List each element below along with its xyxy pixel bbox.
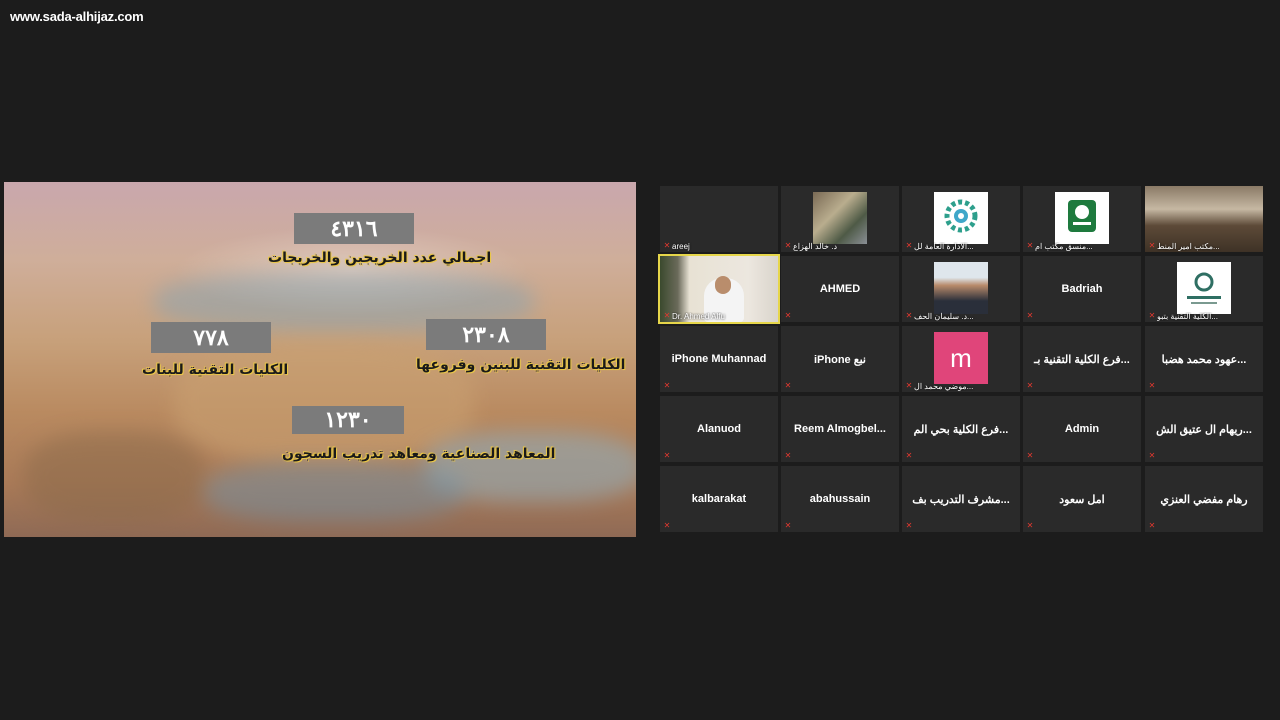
organization-logo xyxy=(1055,192,1109,244)
participant-tile[interactable]: m ✕ موضي محمد ال... xyxy=(902,326,1020,392)
participant-name: فرع الكلية التقنية بـ... xyxy=(1034,353,1130,366)
participant-tile[interactable]: مشرف التدريب بف... ✕ xyxy=(902,466,1020,532)
mic-muted-icon: ✕ xyxy=(663,521,671,530)
mic-muted-icon: ✕ xyxy=(1026,521,1034,530)
participant-tile[interactable]: Admin ✕ xyxy=(1023,396,1141,462)
mic-muted-icon: ✕ xyxy=(663,381,671,390)
mic-muted-icon: ✕ xyxy=(784,451,792,460)
participant-tile[interactable]: عهود محمد هضبا... ✕ xyxy=(1145,326,1263,392)
mic-muted-icon: ✕ xyxy=(905,311,913,320)
mic-muted-icon: ✕ xyxy=(1148,241,1156,250)
stat-girls-colleges-value: ٧٧٨ xyxy=(151,322,271,353)
participant-tile[interactable]: ريهام ال عتيق الش... ✕ xyxy=(1145,396,1263,462)
participant-name: الكلية التقنية بتبو... xyxy=(1157,312,1218,321)
participant-tile[interactable]: kalbarakat ✕ xyxy=(660,466,778,532)
stat-boys-colleges-label: الكليات التقنية للبنين وفروعها xyxy=(416,357,626,373)
organization-logo xyxy=(934,192,988,244)
participant-name: مشرف التدريب بف... xyxy=(912,493,1010,506)
mic-muted-icon: ✕ xyxy=(663,311,671,320)
participant-name: Alanuod xyxy=(697,423,741,435)
participant-tile[interactable]: ✕ مكتب امير المنط... xyxy=(1145,186,1263,252)
mic-muted-icon: ✕ xyxy=(663,451,671,460)
stat-total-graduates-label: اجمالي عدد الخريجين والخريجات xyxy=(268,250,492,266)
participant-tile[interactable]: ✕ د. خالد الهزاع xyxy=(781,186,899,252)
avatar-letter: m xyxy=(950,342,972,373)
participant-name: areej xyxy=(672,242,690,251)
participant-name: iPhone نبع xyxy=(814,353,866,366)
participant-tile[interactable]: Badriah ✕ xyxy=(1023,256,1141,322)
organization-logo xyxy=(1177,262,1231,314)
participant-tile[interactable]: iPhone نبع ✕ xyxy=(781,326,899,392)
participant-name: د. سليمان الحف... xyxy=(914,312,974,321)
participant-tile[interactable]: abahussain ✕ xyxy=(781,466,899,532)
participant-tile[interactable]: رهام مفضي العنزي ✕ xyxy=(1145,466,1263,532)
participant-name: AHMED xyxy=(819,283,861,295)
participant-name: Reem Almogbel... xyxy=(794,423,886,435)
participant-name: د. خالد الهزاع xyxy=(793,242,838,251)
participant-tile[interactable]: فرع الكلية التقنية بـ... ✕ xyxy=(1023,326,1141,392)
participant-name: ريهام ال عتيق الش... xyxy=(1156,423,1252,436)
speaker-face xyxy=(715,276,731,294)
stat-institutes-value: ١٢٣٠ xyxy=(292,406,404,434)
participant-name: Dr. Ahmed Alfu xyxy=(672,312,725,321)
participant-name: Badriah xyxy=(1061,283,1103,295)
stat-total-graduates-value: ٤٣١٦ xyxy=(294,213,414,244)
participant-gallery: ✕ areej ✕ د. خالد الهزاع ✕ الادارة العام… xyxy=(658,186,1264,533)
profile-picture xyxy=(934,262,988,314)
participant-tile[interactable]: ✕ الكلية التقنية بتبو... xyxy=(1145,256,1263,322)
shared-screen: ٤٣١٦ اجمالي عدد الخريجين والخريجات ٢٣٠٨ … xyxy=(4,182,636,537)
participant-name: رهام مفضي العنزي xyxy=(1160,493,1248,506)
mic-muted-icon: ✕ xyxy=(1026,381,1034,390)
participant-tile[interactable]: iPhone Muhannad ✕ xyxy=(660,326,778,392)
mic-muted-icon: ✕ xyxy=(784,311,792,320)
stat-boys-colleges-value: ٢٣٠٨ xyxy=(426,319,546,350)
participant-name: فرع الكلية بحي الم... xyxy=(913,423,1009,436)
participant-name: موضي محمد ال... xyxy=(914,382,974,391)
stat-institutes-label: المعاهد الصناعية ومعاهد تدريب السجون xyxy=(282,446,556,462)
mic-muted-icon: ✕ xyxy=(905,381,913,390)
participant-tile-active-speaker[interactable]: ✕ Dr. Ahmed Alfu xyxy=(658,254,780,324)
mic-muted-icon: ✕ xyxy=(784,381,792,390)
participant-name: امل سعود xyxy=(1059,493,1105,506)
mic-muted-icon: ✕ xyxy=(905,241,913,250)
participant-tile[interactable]: AHMED ✕ xyxy=(781,256,899,322)
mic-muted-icon: ✕ xyxy=(1026,241,1034,250)
participant-tile[interactable]: ✕ areej xyxy=(660,186,778,252)
participant-tile[interactable]: ✕ الادارة العامة لل... xyxy=(902,186,1020,252)
mic-muted-icon: ✕ xyxy=(1026,311,1034,320)
stat-girls-colleges-label: الكليات التقنية للبنات xyxy=(142,362,289,378)
participant-tile[interactable]: Alanuod ✕ xyxy=(660,396,778,462)
mic-muted-icon: ✕ xyxy=(1148,381,1156,390)
participant-name: abahussain xyxy=(809,493,871,505)
participant-name: الادارة العامة لل... xyxy=(914,242,974,251)
site-watermark: www.sada-alhijaz.com xyxy=(10,9,144,24)
mic-muted-icon: ✕ xyxy=(1148,311,1156,320)
participant-tile[interactable]: فرع الكلية بحي الم... ✕ xyxy=(902,396,1020,462)
mic-muted-icon: ✕ xyxy=(784,521,792,530)
mic-muted-icon: ✕ xyxy=(905,521,913,530)
participant-name: kalbarakat xyxy=(691,493,747,505)
participant-tile[interactable]: ✕ منسق مكتب ام... xyxy=(1023,186,1141,252)
participant-name: عهود محمد هضبا... xyxy=(1161,353,1247,366)
mic-muted-icon: ✕ xyxy=(663,241,671,250)
mic-muted-icon: ✕ xyxy=(1148,521,1156,530)
participant-tile[interactable]: Reem Almogbel... ✕ xyxy=(781,396,899,462)
participant-tile[interactable]: امل سعود ✕ xyxy=(1023,466,1141,532)
profile-picture xyxy=(813,192,867,244)
mic-muted-icon: ✕ xyxy=(1148,451,1156,460)
avatar: m xyxy=(934,332,988,384)
mic-muted-icon: ✕ xyxy=(1026,451,1034,460)
participant-name: مكتب امير المنط... xyxy=(1157,242,1220,251)
mic-muted-icon: ✕ xyxy=(905,451,913,460)
participant-name: Admin xyxy=(1064,423,1100,435)
participant-name: منسق مكتب ام... xyxy=(1035,242,1093,251)
participant-tile[interactable]: ✕ د. سليمان الحف... xyxy=(902,256,1020,322)
mic-muted-icon: ✕ xyxy=(784,241,792,250)
participant-name: iPhone Muhannad xyxy=(671,353,767,365)
